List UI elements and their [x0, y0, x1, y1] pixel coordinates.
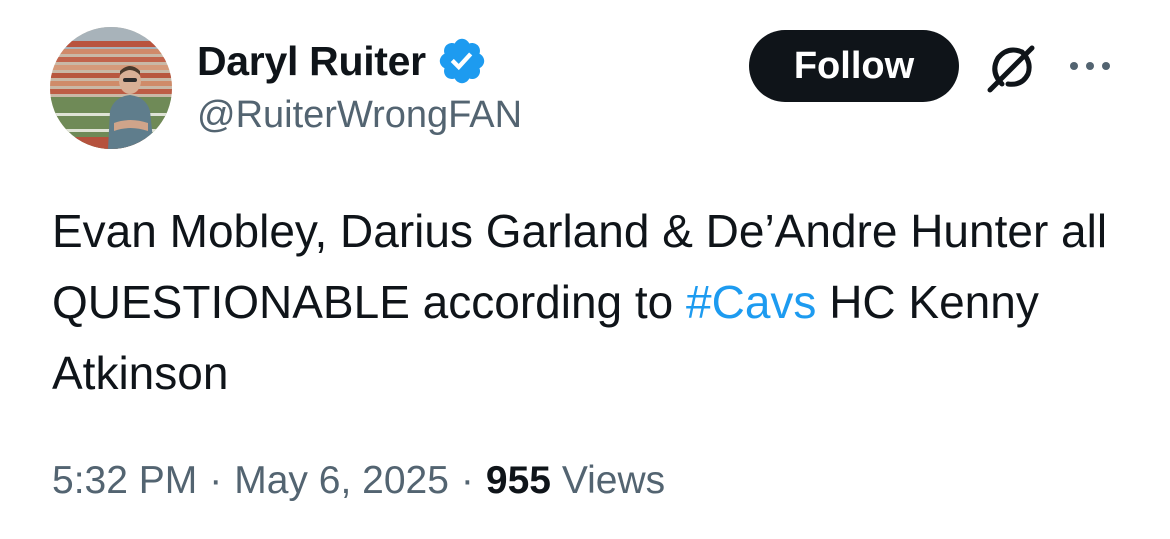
- more-horizontal-icon[interactable]: [1066, 56, 1114, 76]
- follow-button[interactable]: Follow: [749, 30, 959, 102]
- meta-separator: ·: [460, 459, 474, 502]
- display-name[interactable]: Daryl Ruiter: [197, 38, 426, 85]
- hashtag-link[interactable]: #Cavs: [686, 276, 816, 328]
- tweet-text: Evan Mobley, Darius Garland & De’Andre H…: [52, 196, 1132, 409]
- views-count: 955: [485, 459, 551, 502]
- verified-badge-icon[interactable]: [436, 35, 488, 87]
- author-handle[interactable]: @RuiterWrongFAN: [197, 94, 522, 137]
- views-label: Views: [561, 459, 666, 502]
- author-name-row: Daryl Ruiter: [197, 36, 488, 86]
- tweet-meta: 5:32 PM · May 6, 2025 · 955 Views: [52, 459, 665, 503]
- meta-separator: ·: [209, 459, 223, 502]
- tweet-time[interactable]: 5:32 PM: [52, 459, 197, 502]
- grok-icon[interactable]: [984, 40, 1040, 96]
- avatar[interactable]: [50, 27, 172, 149]
- tweet-date[interactable]: May 6, 2025: [234, 459, 449, 502]
